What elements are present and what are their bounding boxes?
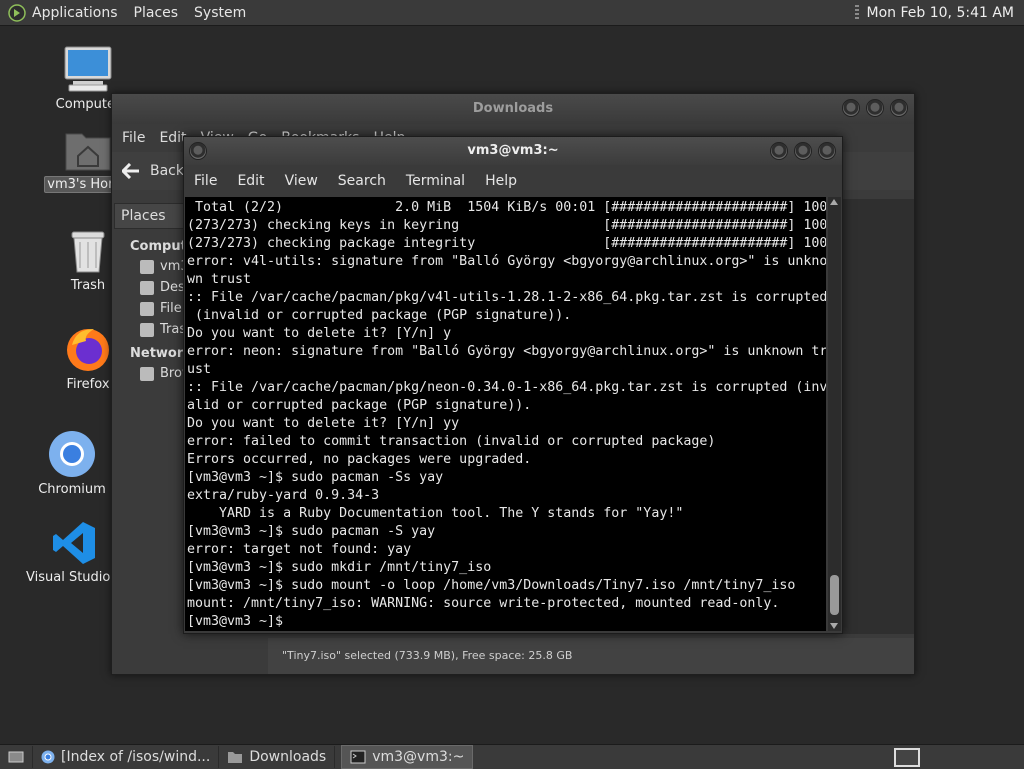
- clock[interactable]: Mon Feb 10, 5:41 AM: [867, 5, 1014, 21]
- desktop-icon-label: Trash: [70, 278, 106, 293]
- taskbar-item-label: [Index of /isos/wind...: [61, 749, 211, 765]
- desktop-folder-icon: [140, 280, 154, 295]
- clock-area: Mon Feb 10, 5:41 AM: [854, 0, 1014, 25]
- show-desktop-icon: [8, 751, 24, 763]
- menu-file[interactable]: File: [122, 130, 145, 146]
- panel-handle-icon: [854, 4, 859, 21]
- desktop-icon-label: Chromium: [38, 482, 106, 497]
- show-desktop-button[interactable]: [0, 746, 33, 768]
- places-menu[interactable]: Places: [134, 5, 179, 21]
- menu-terminal[interactable]: Terminal: [406, 173, 465, 189]
- terminal-icon: [350, 750, 366, 764]
- network-icon: [140, 366, 154, 381]
- system-menu[interactable]: System: [194, 5, 246, 21]
- back-arrow-icon: [122, 163, 139, 179]
- taskbar-item-downloads[interactable]: Downloads: [219, 746, 336, 768]
- folder-icon: [228, 752, 243, 763]
- window-title: Downloads: [472, 101, 554, 116]
- chromium-icon: [49, 431, 95, 477]
- file-manager-titlebar[interactable]: Downloads: [112, 94, 914, 124]
- terminal-text: Total (2/2) 2.0 MiB 1504 KiB/s 00:01 [##…: [187, 200, 826, 629]
- desktop-icon-label: Firefox: [66, 377, 110, 392]
- scrollbar-thumb[interactable]: [830, 575, 839, 615]
- terminal-titlebar[interactable]: vm3@vm3:~: [184, 137, 842, 165]
- firefox-icon: [67, 329, 109, 371]
- top-panel: Applications Places System Mon Feb 10, 5…: [0, 0, 1024, 26]
- menu-file[interactable]: File: [194, 173, 217, 189]
- status-bar: "Tiny7.iso" selected (733.9 MB), Free sp…: [268, 638, 914, 674]
- menu-help[interactable]: Help: [485, 173, 517, 189]
- terminal-output[interactable]: Total (2/2) 2.0 MiB 1504 KiB/s 00:01 [##…: [185, 197, 826, 631]
- taskbar-item-label: vm3@vm3:~: [372, 749, 465, 765]
- home-folder-icon: [65, 133, 111, 171]
- menu-view[interactable]: View: [285, 173, 318, 189]
- desktop-icon-vscode[interactable]: Visual Studio Code: [24, 520, 148, 585]
- back-label: Back: [150, 163, 184, 179]
- taskbar-item-terminal[interactable]: vm3@vm3:~: [341, 745, 474, 769]
- bottom-panel: [Index of /isos/wind... Downloads vm3@vm…: [0, 744, 1024, 769]
- chromium-icon: [41, 750, 55, 764]
- trash-icon: [140, 322, 154, 337]
- distro-logo-icon[interactable]: [8, 3, 26, 22]
- workspace-switcher[interactable]: [894, 748, 920, 767]
- window-title: vm3@vm3:~: [467, 143, 559, 158]
- vscode-icon: [53, 522, 95, 564]
- computer-icon: [64, 46, 112, 92]
- scroll-up-arrow-icon[interactable]: [830, 199, 838, 205]
- menu-search[interactable]: Search: [338, 173, 386, 189]
- drive-icon: [140, 301, 154, 316]
- window-menu-button[interactable]: [189, 142, 207, 160]
- home-icon: [140, 259, 154, 274]
- scroll-down-arrow-icon[interactable]: [830, 623, 838, 629]
- desktop-icon-chromium[interactable]: Chromium: [22, 430, 122, 497]
- terminal-scrollbar[interactable]: [828, 197, 841, 631]
- terminal-window[interactable]: vm3@vm3:~ File Edit View Search Terminal…: [183, 136, 843, 634]
- close-button[interactable]: [890, 99, 908, 117]
- maximize-button[interactable]: [794, 142, 812, 160]
- trash-icon: [71, 231, 105, 273]
- terminal-menubar: File Edit View Search Terminal Help: [184, 165, 842, 197]
- minimize-button[interactable]: [770, 142, 788, 160]
- menu-edit[interactable]: Edit: [237, 173, 264, 189]
- back-button[interactable]: Back: [122, 163, 184, 179]
- taskbar-item-browser[interactable]: [Index of /isos/wind...: [33, 746, 220, 768]
- taskbar-item-label: Downloads: [249, 749, 327, 765]
- maximize-button[interactable]: [866, 99, 884, 117]
- applications-menu[interactable]: Applications: [32, 5, 118, 21]
- minimize-button[interactable]: [842, 99, 860, 117]
- close-button[interactable]: [818, 142, 836, 160]
